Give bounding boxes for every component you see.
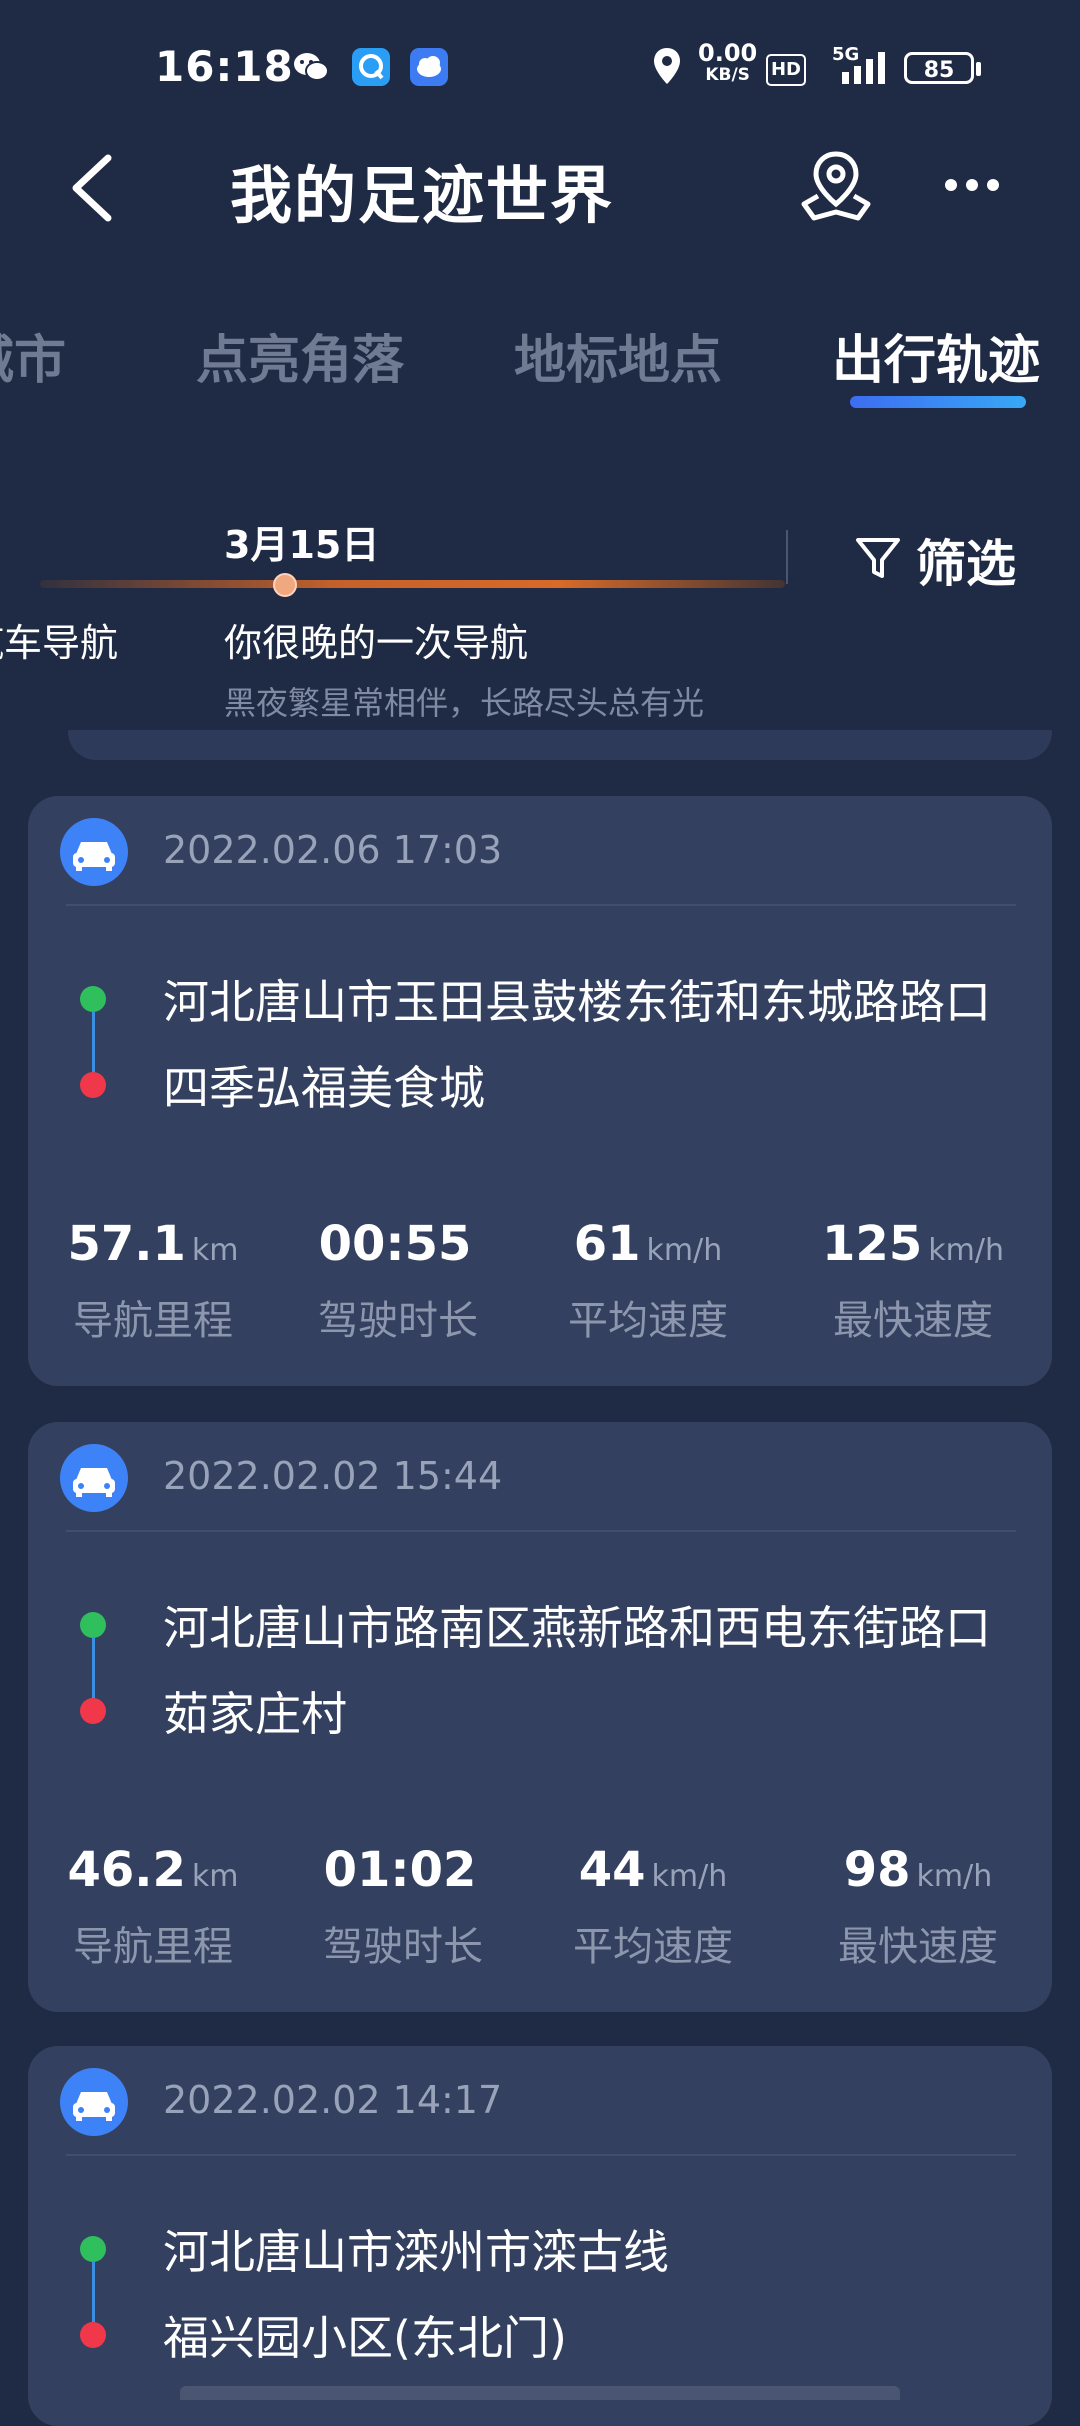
tab-travel-track[interactable]: 出行轨迹 bbox=[832, 318, 1040, 393]
hd-badge: HD bbox=[766, 54, 806, 86]
trip-time: 2022.02.02 14:17 bbox=[163, 2078, 503, 2122]
filter-label: 筛选 bbox=[916, 535, 1016, 593]
map-pin-icon bbox=[801, 151, 871, 221]
stat-distance: 46.2 km 导航里程 bbox=[67, 1842, 239, 1970]
timeline-current-title[interactable]: 你很晚的一次导航 bbox=[224, 612, 528, 667]
status-time: 16:18 bbox=[155, 42, 294, 91]
tab-landmarks[interactable]: 地标地点 bbox=[514, 318, 722, 393]
trip-time: 2022.02.02 15:44 bbox=[163, 1454, 503, 1498]
card-peek-edge bbox=[68, 730, 1052, 760]
cloud-icon bbox=[410, 48, 448, 86]
route-end: 四季弘福美食城 bbox=[163, 1061, 485, 1115]
timeline: 3月15日 筛选 汽车导航 你很晚的一次导航 黑夜繁星常相伴，长路尽头总有光 bbox=[0, 500, 1080, 730]
route-connector bbox=[92, 2262, 95, 2322]
trip-time: 2022.02.06 17:03 bbox=[163, 828, 503, 872]
more-icon bbox=[945, 179, 999, 191]
bottom-toolbar-edge bbox=[180, 2386, 900, 2400]
end-point-icon bbox=[80, 1698, 106, 1724]
net-speed: 0.00 KB/S bbox=[698, 39, 758, 85]
timeline-current-subtitle: 黑夜繁星常相伴，长路尽头总有光 bbox=[224, 684, 705, 722]
route-connector bbox=[92, 1638, 95, 1698]
card-divider bbox=[66, 2154, 1016, 2156]
q-app-icon bbox=[352, 48, 390, 86]
active-tab-indicator bbox=[850, 396, 1026, 408]
back-button[interactable] bbox=[62, 148, 132, 228]
route-start: 河北唐山市玉田县鼓楼东街和东城路路口 bbox=[163, 975, 991, 1029]
route-start: 河北唐山市路南区燕新路和西电东街路口 bbox=[163, 1601, 991, 1655]
timeline-prev-title[interactable]: 汽车导航 bbox=[0, 612, 118, 667]
timeline-divider bbox=[786, 530, 788, 584]
map-pin-button[interactable] bbox=[798, 148, 874, 224]
stat-distance: 57.1 km 导航里程 bbox=[67, 1216, 239, 1344]
card-divider bbox=[66, 904, 1016, 906]
stat-duration: 00:55 驾驶时长 bbox=[318, 1216, 478, 1344]
tab-city[interactable]: 城市 bbox=[0, 318, 66, 393]
timeline-marker[interactable] bbox=[273, 573, 297, 597]
trip-card[interactable]: 2022.02.06 17:03 河北唐山市玉田县鼓楼东街和东城路路口 四季弘福… bbox=[28, 796, 1052, 1386]
stat-duration: 01:02 驾驶时长 bbox=[323, 1842, 483, 1970]
trip-card[interactable]: 2022.02.02 15:44 河北唐山市路南区燕新路和西电东街路口 茹家庄村… bbox=[28, 1422, 1052, 2012]
start-point-icon bbox=[80, 986, 106, 1012]
end-point-icon bbox=[80, 1072, 106, 1098]
route-connector bbox=[92, 1012, 95, 1072]
page-title: 我的足迹世界 bbox=[230, 159, 615, 232]
timeline-prev-wrapper: 汽车导航 bbox=[0, 600, 170, 680]
more-button[interactable] bbox=[942, 160, 1002, 210]
stat-average-speed: 44 km/h 平均速度 bbox=[573, 1842, 733, 1970]
trip-card[interactable]: 2022.02.02 14:17 河北唐山市滦州市滦古线 福兴园小区(东北门) bbox=[28, 2046, 1052, 2426]
category-tabs: 城市 点亮角落 地标地点 出行轨迹 bbox=[0, 300, 1080, 420]
filter-button[interactable]: 筛选 bbox=[852, 524, 1042, 594]
battery-icon: 85 bbox=[904, 52, 974, 84]
start-point-icon bbox=[80, 1612, 106, 1638]
start-point-icon bbox=[80, 2236, 106, 2262]
status-bar: 16:18 0.00 KB/S HD 5G 85 bbox=[0, 0, 1080, 140]
route-end: 茹家庄村 bbox=[163, 1687, 347, 1741]
timeline-track[interactable] bbox=[40, 580, 785, 588]
card-divider bbox=[66, 1530, 1016, 1532]
stat-average-speed: 61 km/h 平均速度 bbox=[568, 1216, 728, 1344]
timeline-date: 3月15日 bbox=[224, 523, 380, 567]
wechat-icon bbox=[292, 48, 330, 86]
battery-tip bbox=[976, 62, 981, 76]
stat-max-speed: 98 km/h 最快速度 bbox=[838, 1842, 998, 1970]
tab-light-corners[interactable]: 点亮角落 bbox=[196, 318, 404, 393]
signal-icon bbox=[838, 50, 890, 86]
route-end: 福兴园小区(东北门) bbox=[163, 2311, 567, 2365]
end-point-icon bbox=[80, 2322, 106, 2348]
location-icon bbox=[652, 46, 682, 86]
route-start: 河北唐山市滦州市滦古线 bbox=[163, 2225, 669, 2279]
car-icon bbox=[60, 1444, 128, 1512]
car-icon bbox=[60, 818, 128, 886]
stat-max-speed: 125 km/h 最快速度 bbox=[822, 1216, 1004, 1344]
filter-icon bbox=[856, 538, 900, 578]
car-icon bbox=[60, 2068, 128, 2136]
back-icon bbox=[72, 154, 112, 222]
